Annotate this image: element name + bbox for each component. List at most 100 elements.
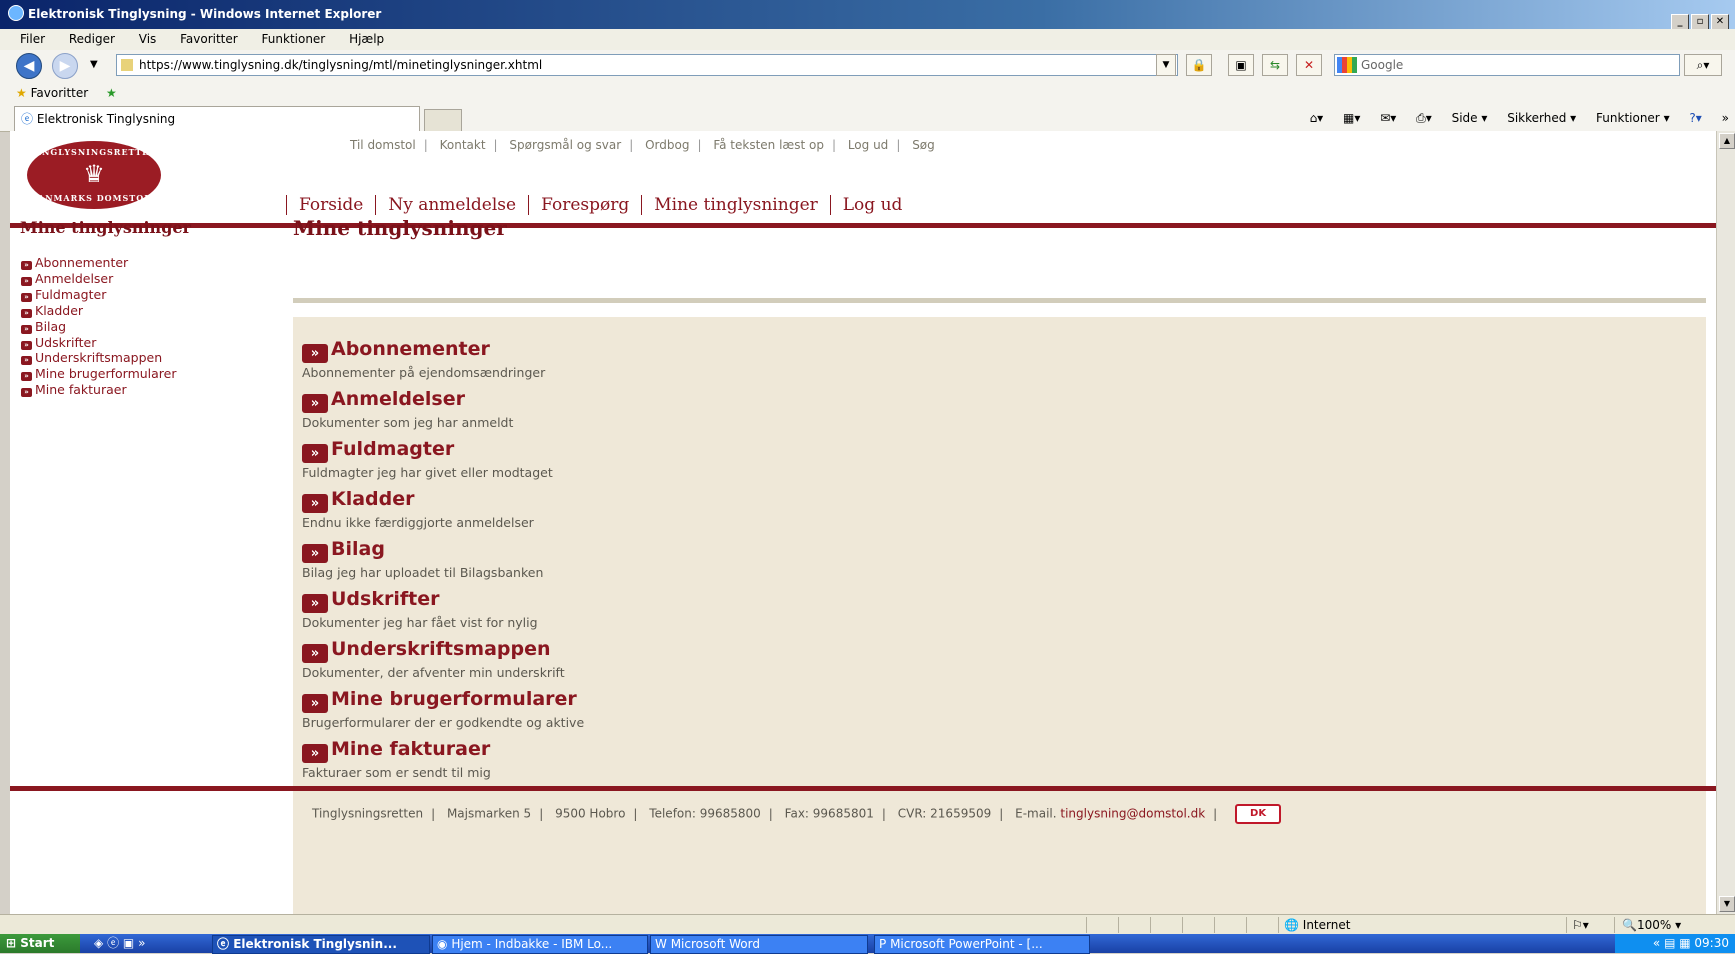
menu-favoritter[interactable]: Favoritter: [180, 32, 238, 46]
address-bar[interactable]: https://www.tinglysning.dk/tinglysning/m…: [116, 54, 1178, 76]
back-button[interactable]: ◀: [16, 53, 42, 79]
add-favorite-icon[interactable]: ★: [106, 86, 117, 100]
link-spoergsmaal[interactable]: Spørgsmål og svar: [509, 138, 621, 152]
link-til-domstol[interactable]: Til domstol: [350, 138, 416, 152]
task-microsoft-powerpoint[interactable]: P Microsoft PowerPoint - [...: [874, 935, 1090, 954]
print-icon[interactable]: ⎙▾: [1416, 111, 1432, 125]
chevron-right-icon[interactable]: »: [1722, 111, 1729, 125]
start-label: Start: [20, 936, 55, 950]
refresh-icon[interactable]: ⇆: [1262, 54, 1288, 76]
history-dropdown-icon[interactable]: ▼: [90, 59, 98, 70]
zoom-control[interactable]: 🔍100% ▾: [1622, 915, 1681, 935]
menu-side[interactable]: Side ▾: [1452, 111, 1488, 125]
nav-forside[interactable]: Forside: [286, 195, 376, 215]
stop-icon[interactable]: ✕: [1296, 54, 1322, 76]
task-lotus-notes[interactable]: ◉ Hjem - Indbakke - IBM Lo...: [432, 935, 648, 954]
item-link-abonnementer[interactable]: » Abonnementer: [302, 338, 545, 363]
tray-expand-icon[interactable]: «: [1653, 936, 1660, 950]
link-kontakt[interactable]: Kontakt: [440, 138, 486, 152]
network-icon[interactable]: ▤: [1664, 936, 1675, 950]
show-desktop-icon[interactable]: ◈: [94, 936, 103, 950]
tab-elektronisk-tinglysning[interactable]: ⓔ Elektronisk Tinglysning: [14, 106, 420, 131]
compatibility-icon[interactable]: ▣: [1228, 54, 1254, 76]
ie-launch-icon[interactable]: ⓔ: [107, 936, 119, 950]
sidebar-item-kladder[interactable]: » Kladder: [21, 303, 177, 319]
list-item: » Anmeldelser Dokumenter som jeg har anme…: [302, 388, 513, 430]
feeds-icon[interactable]: ▦▾: [1343, 111, 1360, 125]
favorites-label[interactable]: Favoritter: [31, 86, 89, 100]
sidebar-item-udskrifter[interactable]: » Udskrifter: [21, 335, 177, 351]
menu-rediger[interactable]: Rediger: [69, 32, 115, 46]
item-link-kladder[interactable]: » Kladder: [302, 488, 534, 513]
restore-button[interactable]: ▫: [1691, 14, 1709, 30]
close-button[interactable]: ✕: [1711, 14, 1729, 30]
sidebar-item-anmeldelser[interactable]: » Anmeldelser: [21, 271, 177, 287]
double-chevron-icon: »: [21, 276, 32, 286]
item-link-underskriftsmappen[interactable]: » Underskriftsmappen: [302, 638, 565, 663]
task-elektronisk-tinglysning[interactable]: ⓔ Elektronisk Tinglysnin...: [212, 935, 430, 954]
menu-funktioner[interactable]: Funktioner: [262, 32, 326, 46]
top-links: Til domstol | Kontakt | Spørgsmål og svar |…: [350, 138, 935, 152]
clock[interactable]: 09:30: [1694, 936, 1729, 950]
help-icon[interactable]: ?▾: [1689, 111, 1701, 125]
protected-mode-icon[interactable]: ⚐▾: [1572, 915, 1589, 935]
item-description: Dokumenter som jeg har anmeldt: [302, 415, 514, 430]
sidebar-item-bilag[interactable]: » Bilag: [21, 319, 177, 335]
item-description: Fakturaer som er sendt til mig: [302, 765, 491, 780]
ie-icon: [8, 5, 24, 21]
lock-icon[interactable]: 🔒: [1186, 54, 1212, 76]
zone-label: Internet: [1302, 918, 1351, 932]
nav-ny-anmeldelse[interactable]: Ny anmeldelse: [375, 195, 529, 215]
task-microsoft-word[interactable]: W Microsoft Word: [650, 935, 868, 954]
nav-foresporg[interactable]: Forespørg: [528, 195, 642, 215]
home-icon[interactable]: ⌂▾: [1310, 111, 1324, 125]
footer-email-link[interactable]: tinglysning@domstol.dk: [1060, 807, 1205, 821]
new-tab-button[interactable]: [424, 109, 462, 132]
search-button[interactable]: ⌕▾: [1684, 54, 1722, 76]
task-label: Hjem - Indbakke - IBM Lo...: [451, 937, 613, 951]
sidebar-item-mine-fakturaer[interactable]: » Mine fakturaer: [21, 382, 177, 398]
item-link-mine-brugerformularer[interactable]: » Mine brugerformularer: [302, 688, 584, 713]
item-link-bilag[interactable]: » Bilag: [302, 538, 543, 563]
item-link-udskrifter[interactable]: » Udskrifter: [302, 588, 538, 613]
sidebar-item-fuldmagter[interactable]: » Fuldmagter: [21, 287, 177, 303]
minimize-button[interactable]: _: [1671, 14, 1689, 30]
menu-funktioner-cmd[interactable]: Funktioner ▾: [1596, 111, 1670, 125]
task-label: Elektronisk Tinglysnin...: [233, 937, 397, 951]
app-tray-icon[interactable]: ▦: [1679, 936, 1690, 950]
link-ordbog[interactable]: Ordbog: [645, 138, 689, 152]
zoom-label: 100%: [1636, 918, 1672, 932]
forward-button[interactable]: ▶: [52, 53, 78, 79]
item-description: Fuldmagter jeg har givet eller modtaget: [302, 465, 553, 480]
menu-filer[interactable]: Filer: [20, 32, 45, 46]
sidebar-item-underskriftsmappen[interactable]: » Underskriftsmappen: [21, 350, 177, 366]
footer-divider: [10, 786, 1716, 791]
item-link-fuldmagter[interactable]: » Fuldmagter: [302, 438, 553, 463]
sidebar-item-abonnementer[interactable]: » Abonnementer: [21, 255, 177, 271]
quick-launch-more-icon[interactable]: »: [138, 936, 145, 950]
address-dropdown-icon[interactable]: ▼: [1156, 54, 1176, 76]
nav-mine-tinglysninger[interactable]: Mine tinglysninger: [641, 195, 830, 215]
item-description: Dokumenter jeg har fået vist for nylig: [302, 615, 538, 630]
vertical-scrollbar[interactable]: ▲ ▼: [1716, 131, 1735, 914]
link-log-ud-top[interactable]: Log ud: [848, 138, 888, 152]
mail-icon[interactable]: ✉▾: [1380, 111, 1396, 125]
search-input[interactable]: Google: [1334, 54, 1680, 76]
scroll-down-icon[interactable]: ▼: [1719, 896, 1735, 912]
menu-hjaelp[interactable]: Hjælp: [349, 32, 384, 46]
menu-vis[interactable]: Vis: [139, 32, 157, 46]
link-soeg[interactable]: Søg: [912, 138, 935, 152]
start-button[interactable]: ⊞ Start: [0, 934, 80, 953]
favorites-star-icon[interactable]: ★: [16, 86, 27, 100]
item-link-mine-fakturaer[interactable]: » Mine fakturaer: [302, 738, 491, 763]
switch-windows-icon[interactable]: ▣: [123, 936, 134, 950]
nav-log-ud[interactable]: Log ud: [829, 195, 915, 215]
tinglysningsretten-logo[interactable]: TINGLYSNINGSRETTEN ♛ DANMARKS DOMSTOLE: [27, 141, 161, 209]
menu-sikkerhed[interactable]: Sikkerhed ▾: [1507, 111, 1576, 125]
item-link-anmeldelser[interactable]: » Anmeldelser: [302, 388, 513, 413]
link-laest-op[interactable]: Få teksten læst op: [713, 138, 824, 152]
status-divider: [1278, 917, 1279, 933]
sidebar-item-mine-brugerformularer[interactable]: » Mine brugerformularer: [21, 366, 177, 382]
dk-logo[interactable]: DK: [1235, 804, 1282, 824]
scroll-up-icon[interactable]: ▲: [1719, 133, 1735, 149]
